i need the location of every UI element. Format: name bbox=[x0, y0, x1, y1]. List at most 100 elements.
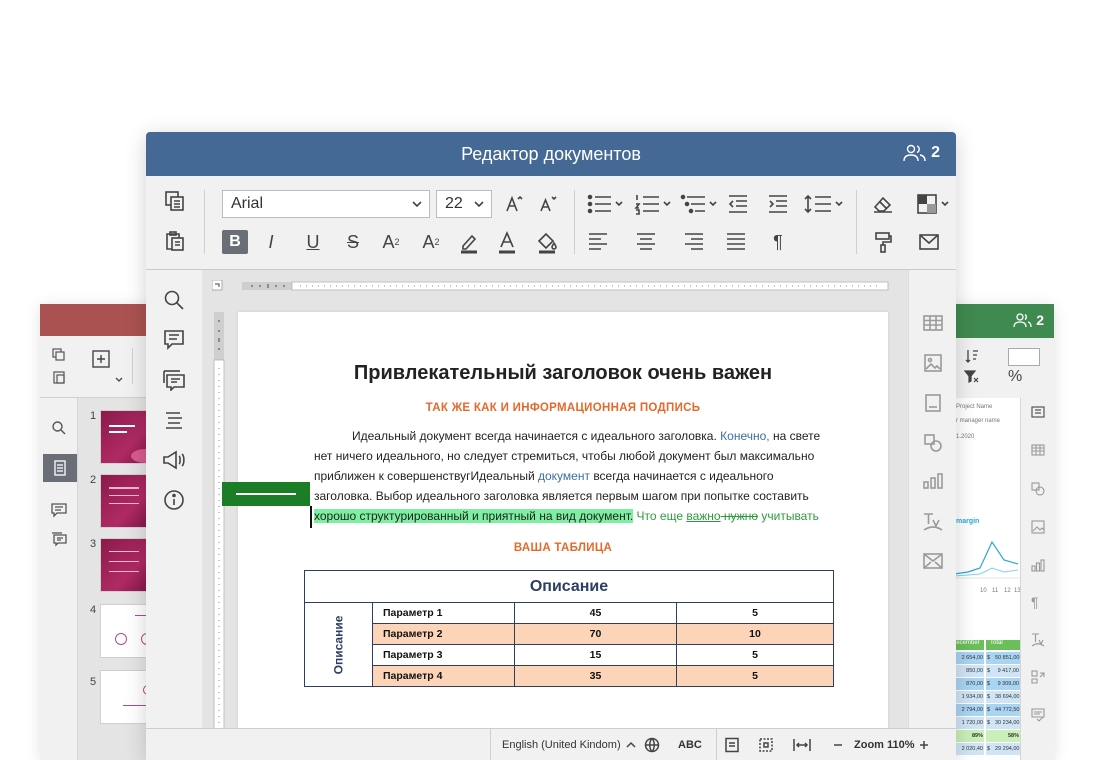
document-table[interactable]: Описание Описание Параметр 1 45 5 Параме… bbox=[304, 570, 834, 687]
table-cell[interactable]: Параметр 2 bbox=[372, 623, 515, 645]
document-page[interactable]: Привлекательный заголовок очень важен ТА… bbox=[238, 312, 888, 728]
percent-format-button[interactable]: % bbox=[1008, 368, 1022, 386]
underline-button[interactable]: U bbox=[300, 230, 326, 254]
zoom-in-button[interactable] bbox=[918, 729, 930, 760]
text-box-icon[interactable] bbox=[1031, 406, 1045, 418]
sheet-cell[interactable]: 29 294,00 bbox=[994, 743, 1020, 755]
paragraph-icon[interactable]: ¶ bbox=[1031, 594, 1039, 610]
decrease-font-button[interactable] bbox=[536, 192, 560, 216]
comment-icon[interactable] bbox=[51, 502, 67, 518]
copy-button[interactable] bbox=[162, 188, 188, 214]
sheet-cell[interactable]: 2 794,00 bbox=[958, 704, 984, 716]
highlight-button[interactable] bbox=[456, 230, 482, 256]
track-changes-button[interactable] bbox=[724, 729, 740, 760]
image-settings-button[interactable] bbox=[921, 352, 945, 374]
document-heading[interactable]: Привлекательный заголовок очень важен bbox=[238, 362, 888, 385]
chart-icon[interactable] bbox=[1031, 558, 1045, 572]
table-cell[interactable]: 5 bbox=[676, 602, 834, 624]
header-footer-settings-button[interactable] bbox=[921, 392, 945, 414]
zoom-level[interactable]: Zoom 110% bbox=[854, 729, 915, 760]
signature-icon[interactable] bbox=[1031, 708, 1045, 722]
clear-filter-icon[interactable] bbox=[964, 370, 980, 384]
sheet-cell[interactable]: $ bbox=[986, 743, 994, 755]
sheet-cell[interactable]: 9 309,00 bbox=[994, 678, 1020, 690]
bullet-list-button[interactable] bbox=[586, 192, 626, 216]
image-icon[interactable] bbox=[1031, 520, 1045, 534]
sort-icon[interactable] bbox=[964, 348, 980, 364]
text-art-icon[interactable] bbox=[1031, 632, 1045, 648]
font-color-button[interactable] bbox=[494, 230, 520, 256]
font-name-select[interactable]: Arial bbox=[222, 190, 430, 218]
sheet-cell[interactable]: 1 720,00 bbox=[958, 717, 984, 729]
sheet-cell[interactable]: $ bbox=[986, 678, 994, 690]
chat-icon[interactable] bbox=[51, 532, 67, 548]
slides-panel-button[interactable] bbox=[43, 454, 77, 482]
sheet-cell[interactable]: 850,00 bbox=[958, 665, 984, 677]
align-left-button[interactable] bbox=[586, 230, 610, 254]
italic-button[interactable]: I bbox=[258, 230, 284, 254]
table-cell[interactable]: 10 bbox=[676, 623, 834, 645]
horizontal-ruler[interactable] bbox=[212, 280, 892, 294]
vertical-ruler[interactable] bbox=[212, 312, 226, 728]
table-caption[interactable]: Описание bbox=[304, 570, 834, 603]
nonprinting-characters-button[interactable]: ¶ bbox=[766, 230, 790, 254]
document-paragraph[interactable]: Идеальный документ всегда начинается с и… bbox=[314, 426, 844, 526]
fit-to-page-button[interactable] bbox=[758, 729, 774, 760]
sheet-cell[interactable]: $ bbox=[986, 717, 994, 729]
doc-language-button[interactable] bbox=[644, 729, 660, 760]
multilevel-list-button[interactable] bbox=[680, 192, 720, 216]
table-cell[interactable]: Параметр 4 bbox=[372, 665, 515, 687]
spell-check-button[interactable]: ABC bbox=[678, 729, 702, 760]
align-right-button[interactable] bbox=[682, 230, 706, 254]
sheet-cell[interactable]: 44 772,50 bbox=[994, 704, 1020, 716]
comments-button[interactable] bbox=[162, 328, 186, 352]
zoom-out-button[interactable] bbox=[832, 729, 844, 760]
shape-settings-button[interactable] bbox=[921, 432, 945, 454]
sheet-cell[interactable]: 38 694,00 bbox=[994, 691, 1020, 703]
mail-merge-settings-button[interactable] bbox=[921, 550, 945, 572]
paragraph-shading-button[interactable] bbox=[534, 230, 560, 256]
sheet-cell[interactable]: 58% bbox=[994, 730, 1020, 742]
table-settings-button[interactable] bbox=[921, 312, 945, 334]
sheet-cell[interactable]: 9 417,00 bbox=[994, 665, 1020, 677]
bold-button[interactable]: B bbox=[222, 230, 248, 254]
language-selector[interactable]: English (United Kindom) bbox=[502, 729, 637, 760]
fit-to-width-button[interactable] bbox=[792, 729, 812, 760]
sheet-cell[interactable]: 1 934,00 bbox=[958, 691, 984, 703]
navigation-button[interactable] bbox=[162, 408, 186, 432]
pivot-table-icon[interactable] bbox=[1031, 670, 1045, 684]
align-center-button[interactable] bbox=[634, 230, 658, 254]
cell-style-preview[interactable] bbox=[1008, 348, 1040, 366]
paste-icon[interactable] bbox=[52, 370, 66, 384]
chat-button[interactable] bbox=[162, 368, 186, 392]
spreadsheet-grid[interactable]: Project Name r manager name 1.2020 margi… bbox=[950, 398, 1021, 760]
search-button[interactable] bbox=[162, 288, 186, 312]
table-icon[interactable] bbox=[1031, 444, 1045, 456]
table-cell[interactable]: 45 bbox=[514, 602, 677, 624]
table-cell[interactable]: Параметр 3 bbox=[372, 644, 515, 666]
chevron-down-icon[interactable] bbox=[114, 376, 124, 384]
table-cell[interactable]: 35 bbox=[514, 665, 677, 687]
co-editors-indicator[interactable]: 2 bbox=[903, 144, 940, 162]
copy-icon[interactable] bbox=[52, 348, 66, 362]
sheet-cell[interactable] bbox=[986, 730, 994, 742]
text-art-settings-button[interactable] bbox=[921, 510, 945, 534]
sheet-cell[interactable]: 870,00 bbox=[958, 678, 984, 690]
about-button[interactable] bbox=[162, 488, 186, 512]
mail-merge-button[interactable] bbox=[916, 230, 942, 254]
superscript-button[interactable]: A2 bbox=[378, 230, 404, 254]
increase-indent-button[interactable] bbox=[766, 192, 790, 216]
table-row-header-cell[interactable]: Описание bbox=[304, 602, 373, 687]
sheet-cell[interactable]: $ bbox=[986, 665, 994, 677]
sheet-cell[interactable]: $ bbox=[986, 652, 994, 664]
sheet-cell[interactable]: 2 654,00 bbox=[958, 652, 984, 664]
table-cell[interactable]: 5 bbox=[676, 665, 834, 687]
subscript-button[interactable]: A2 bbox=[418, 230, 444, 254]
table-cell[interactable]: Параметр 1 bbox=[372, 602, 515, 624]
feedback-button[interactable] bbox=[162, 448, 186, 472]
sheet-cell[interactable]: 50 851,00 bbox=[994, 652, 1020, 664]
shape-icon[interactable] bbox=[1031, 482, 1045, 496]
sheet-cell[interactable]: 89% bbox=[958, 730, 984, 742]
justify-button[interactable] bbox=[724, 230, 748, 254]
sheet-cell[interactable]: 2 020,40 bbox=[958, 743, 984, 755]
